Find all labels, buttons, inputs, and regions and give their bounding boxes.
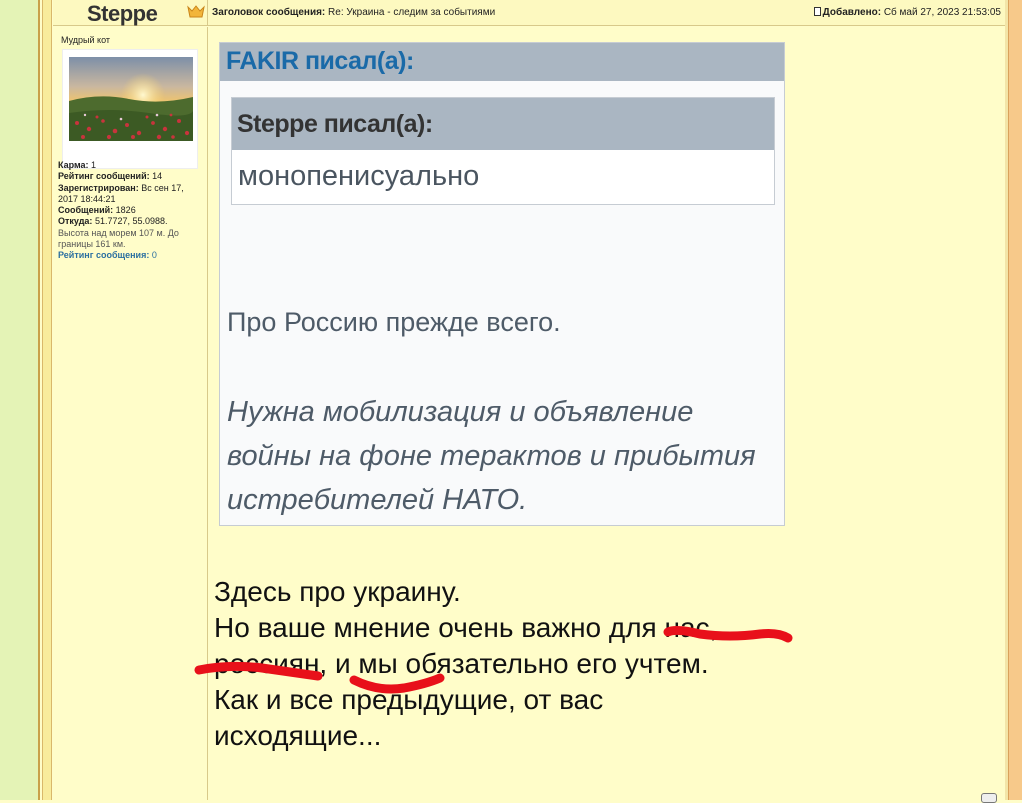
from-label: Откуда: bbox=[58, 216, 93, 227]
quote-fakir: FAKIR писал(а): Steppe писал(а): монопен… bbox=[219, 42, 785, 526]
registered-label: Зарегистрирован: bbox=[58, 182, 139, 193]
karma-value: 1 bbox=[91, 160, 97, 170]
author-stats: Карма: 1 Рейтинг сообщений: 14 Зарегистр… bbox=[58, 160, 204, 262]
left-border-strip bbox=[0, 0, 38, 800]
left-border-band bbox=[42, 0, 52, 800]
post-rating-value: 0 bbox=[151, 250, 157, 261]
reply-line: россиян, и мы обязательно его учтем. bbox=[214, 648, 709, 679]
reply-line: Но ваше мнение очень важно для нас, bbox=[214, 612, 718, 643]
quote-italic-line: войны на фоне терактов и прибытия bbox=[227, 440, 756, 472]
post-rating-label: Рейтинг сообщения: bbox=[58, 250, 150, 261]
post-link-icon[interactable] bbox=[813, 7, 821, 16]
avatar[interactable] bbox=[62, 49, 198, 169]
author-rank: Мудрый кот bbox=[61, 35, 111, 45]
quote-fakir-italic: Нужна мобилизация и объявление войны на … bbox=[227, 390, 777, 522]
scroll-top-button[interactable] bbox=[981, 793, 997, 803]
quote-fakir-text: Про Россию прежде всего. bbox=[227, 307, 561, 337]
post-icon bbox=[187, 5, 205, 18]
karma-label: Карма: bbox=[58, 160, 89, 170]
subject-text: Re: Украина - следим за событиями bbox=[328, 7, 496, 18]
quote-steppe-author: Steppe писал(а): bbox=[237, 110, 433, 138]
avatar-image bbox=[69, 57, 193, 141]
date-value: Сб май 27, 2023 21:53:05 bbox=[883, 7, 1001, 18]
posts-value: 1826 bbox=[115, 205, 136, 216]
quote-italic-line: Нужна мобилизация и объявление bbox=[227, 396, 694, 428]
from-value: 51.7727, 55.0988. bbox=[94, 216, 168, 227]
post-rating[interactable]: Рейтинг сообщения: 0 bbox=[58, 250, 204, 261]
quote-steppe-header: Steppe писал(а): bbox=[232, 98, 774, 150]
right-border-strip bbox=[1008, 0, 1022, 800]
rating-label: Рейтинг сообщений: bbox=[58, 171, 150, 182]
post-header: Steppe Заголовок сообщения: Re: Украина … bbox=[53, 0, 1005, 26]
subject-line: Заголовок сообщения: Re: Украина - следи… bbox=[212, 7, 495, 18]
quote-steppe-text: монопенисуально bbox=[238, 160, 480, 192]
author-profile: Мудрый кот Карма: 1 Рейтинг сообщений: 1… bbox=[53, 27, 208, 800]
quote-fakir-header: FAKIR писал(а): bbox=[220, 43, 784, 81]
reply-line: Как и все предыдущие, от вас bbox=[214, 684, 604, 715]
header-separator bbox=[207, 0, 208, 26]
rating-value: 14 bbox=[152, 171, 163, 182]
reply-text: Здесь про украину. Но ваше мнение очень … bbox=[214, 574, 814, 754]
quote-fakir-author: FAKIR писал(а): bbox=[226, 47, 414, 75]
reply-line: исходящие... bbox=[214, 720, 382, 751]
left-border-line bbox=[38, 0, 40, 800]
author-name[interactable]: Steppe bbox=[87, 1, 158, 27]
posts-label: Сообщений: bbox=[58, 205, 114, 216]
quote-italic-line: истребителей НАТО. bbox=[227, 484, 528, 516]
date-label: Добавлено: bbox=[822, 7, 882, 18]
subject-label: Заголовок сообщения: bbox=[212, 7, 326, 18]
post-date: Добавлено: Сб май 27, 2023 21:53:05 bbox=[813, 7, 1001, 18]
reply-line: Здесь про украину. bbox=[214, 576, 461, 607]
quote-steppe: Steppe писал(а): монопенисуально bbox=[231, 97, 775, 205]
altitude-text: Высота над морем 107 м. До границы 161 к… bbox=[58, 227, 179, 250]
